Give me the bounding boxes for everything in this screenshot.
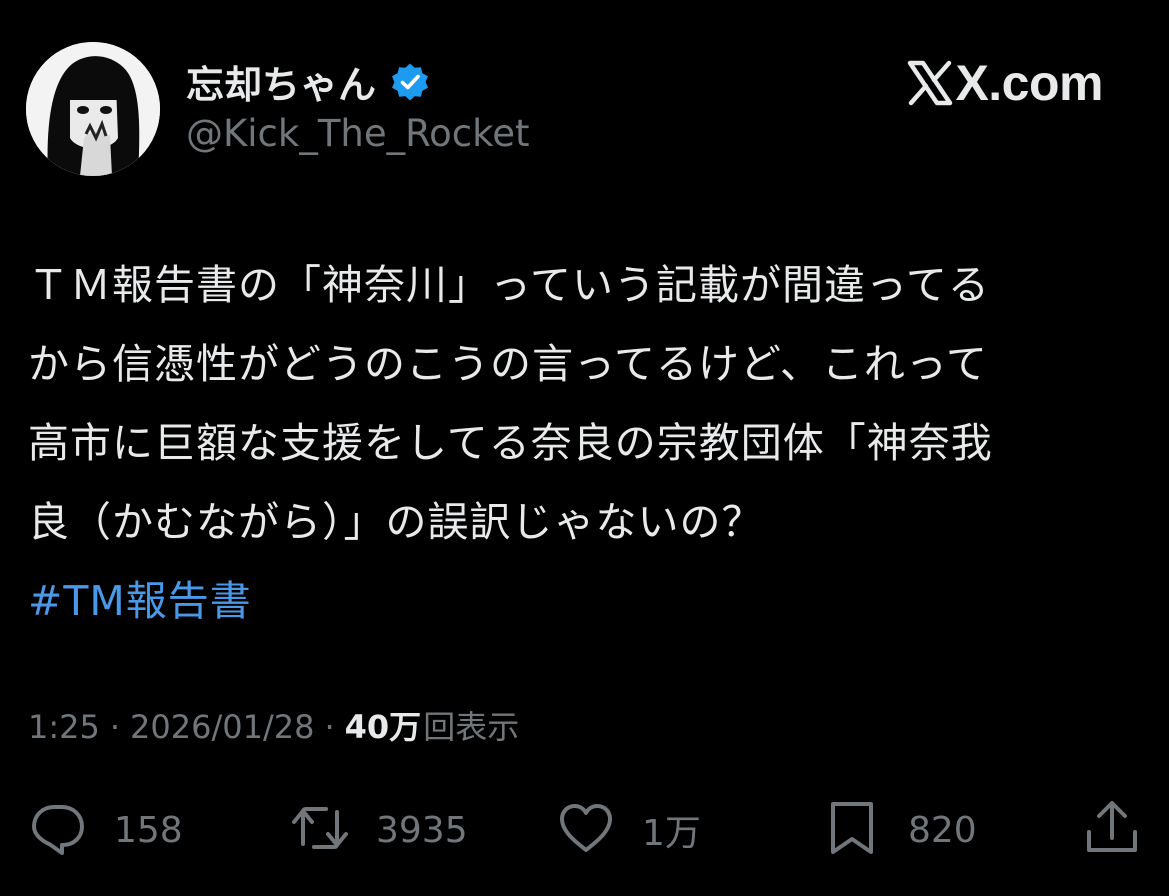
bookmark-count: 820 xyxy=(908,809,977,851)
tweet-meta: 1:25 · 2026/01/28 · 40万 回表示 xyxy=(28,702,519,748)
views-label: 回表示 xyxy=(423,708,520,746)
display-name[interactable]: 忘却ちゃん xyxy=(186,54,430,109)
like-count: 1万 xyxy=(642,813,701,854)
reply-button[interactable]: 158 xyxy=(28,790,183,870)
tweet-line: から信憑性がどうのこうの言ってるけど、これって xyxy=(28,340,988,388)
x-com-watermark: X.com xyxy=(907,54,1103,112)
action-bar: 158 3935 1万 820 xyxy=(0,790,1169,870)
repost-button[interactable]: 3935 xyxy=(290,790,468,870)
x-logo-icon xyxy=(907,60,953,106)
like-button[interactable]: 1万 xyxy=(556,790,701,870)
avatar[interactable] xyxy=(26,42,160,176)
hashtag-link[interactable]: #TM報告書 xyxy=(28,562,1143,641)
share-icon xyxy=(1082,798,1142,862)
verified-badge-icon[interactable] xyxy=(390,62,430,102)
tweet-line: 良（かむながら）」の誤訳じゃないの？ xyxy=(28,498,764,546)
reply-count: 158 xyxy=(114,809,183,851)
repost-count: 3935 xyxy=(376,809,468,851)
watermark-text: X.com xyxy=(955,55,1103,111)
views-count: 40万 xyxy=(344,708,422,746)
bookmark-button[interactable]: 820 xyxy=(822,790,977,870)
post-time[interactable]: 1:25 xyxy=(28,708,100,746)
separator-dot: · xyxy=(109,708,121,746)
tweet-line: ＴＭ報告書の「神奈川」っていう記載が間違ってる xyxy=(28,261,990,309)
bookmark-icon xyxy=(822,798,882,862)
repost-icon xyxy=(290,798,350,862)
user-handle[interactable]: @Kick_The_Rocket xyxy=(186,112,530,155)
tweet-text: ＴＭ報告書の「神奈川」っていう記載が間違ってる から信憑性がどうのこうの言ってる… xyxy=(28,246,1143,641)
display-name-text: 忘却ちゃん xyxy=(186,63,377,107)
tweet-line: 高市に巨額な支援をしてる奈良の宗教団体「神奈我 xyxy=(28,419,993,467)
heart-icon xyxy=(556,798,616,862)
share-button[interactable] xyxy=(1082,790,1142,870)
reply-icon xyxy=(28,798,88,862)
post-date[interactable]: 2026/01/28 xyxy=(130,708,314,746)
separator-dot: · xyxy=(324,708,335,746)
